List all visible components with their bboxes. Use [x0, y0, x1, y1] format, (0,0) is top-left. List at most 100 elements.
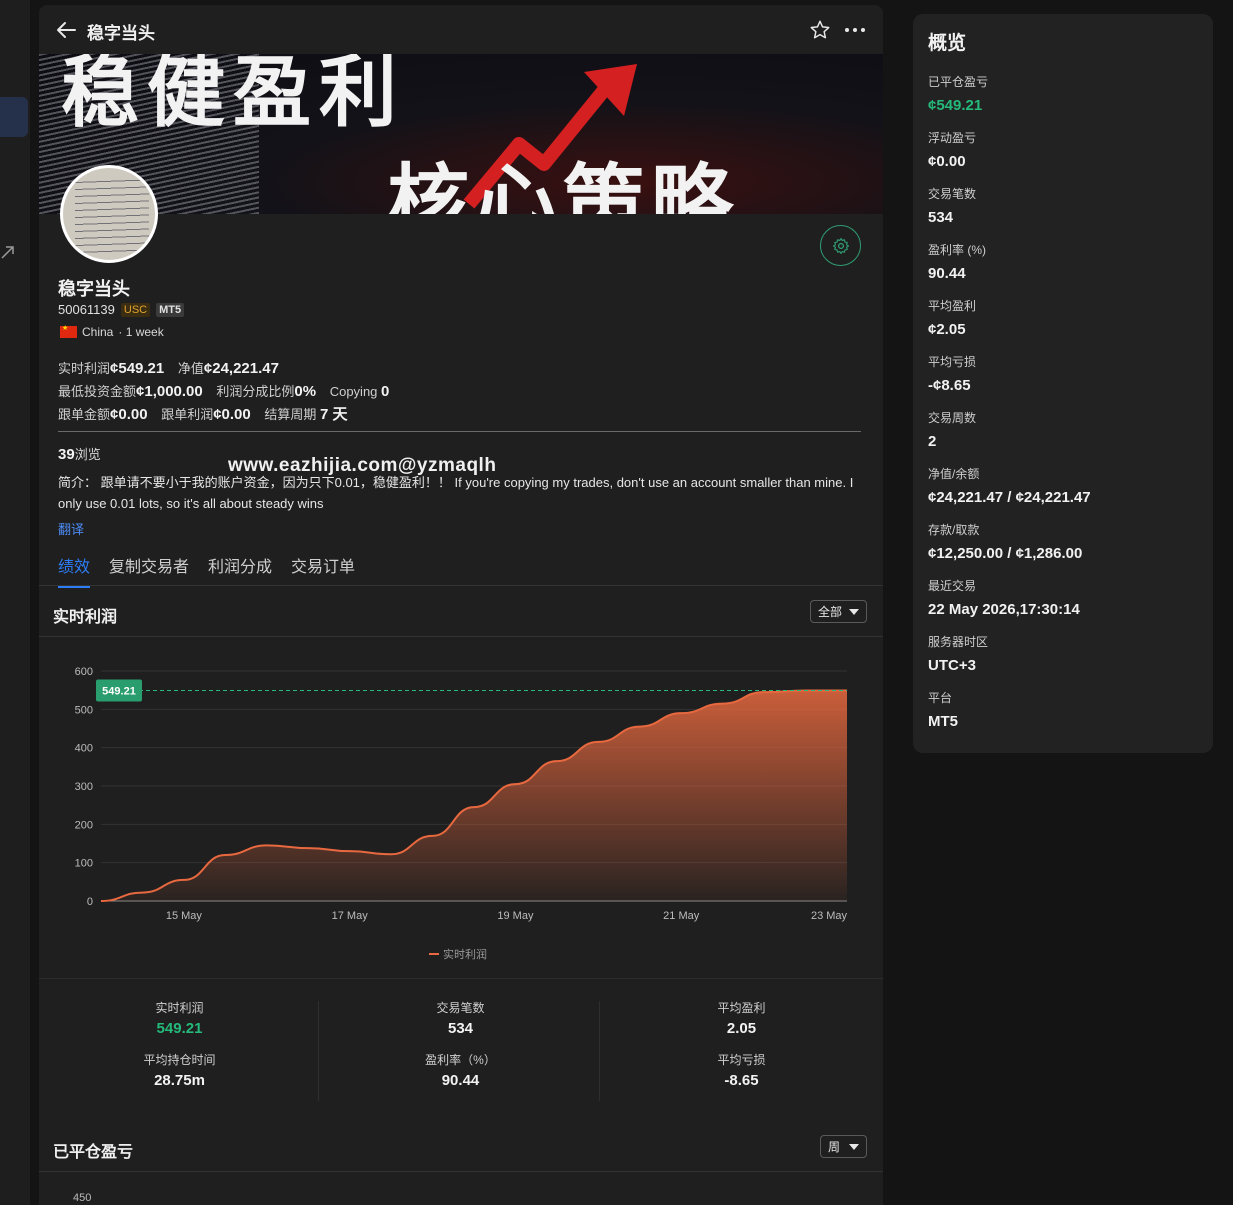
overview-item-value: ¢0.00	[928, 153, 966, 170]
overview-item-value: -¢8.65	[928, 377, 971, 394]
metrics-column-3: 平均盈利 2.05 平均亏损 -8.65	[601, 999, 882, 1103]
chart-y-tick-label: 500	[75, 704, 93, 716]
tab-performance[interactable]: 绩效	[58, 553, 91, 588]
overview-item-label: 平均盈利	[928, 299, 977, 313]
closed-pnl-axis-tick: 450	[73, 1192, 92, 1204]
overview-item: 盈利率 (%) 90.44	[928, 241, 1198, 297]
view-count-label: 浏览	[74, 447, 101, 462]
overview-item: 平台 MT5	[928, 689, 1198, 745]
metrics-grid: 实时利润 549.21 平均持仓时间 28.75m 交易笔数 534 盈利率（%…	[39, 978, 883, 1108]
chart-legend-label: 实时利润	[443, 947, 487, 961]
view-count-number: 39	[58, 446, 75, 463]
settle-value: 7 天	[320, 406, 348, 423]
copying-label: Copying	[329, 384, 378, 399]
metric-value: 90.44	[441, 1072, 480, 1089]
chart-y-tick-label: 0	[87, 896, 93, 908]
chart-x-tick-label: 23 May	[811, 910, 848, 922]
overview-item: 平均盈利 ¢2.05	[928, 297, 1198, 353]
trader-name: 稳字当头	[58, 279, 130, 299]
avatar	[60, 165, 158, 263]
chart-x-tick-label: 21 May	[663, 910, 700, 922]
section-divider	[39, 636, 883, 637]
tab-bar: 绩效 复制交易者 利润分成 交易订单	[58, 553, 355, 588]
realtime-profit-value: ¢549.21	[110, 360, 165, 377]
overview-item-value: 90.44	[928, 265, 966, 282]
overview-item: 交易周数 2	[928, 409, 1198, 465]
tab-orders[interactable]: 交易订单	[291, 553, 355, 587]
closed-pnl-period-value: 周	[828, 1140, 841, 1154]
equity-label: 净值	[177, 361, 204, 376]
metric-separator	[599, 1001, 600, 1101]
stats-line-1: 实时利润¢549.21 净值¢24,221.47	[58, 358, 289, 377]
chart-y-tick-label: 600	[75, 666, 93, 678]
closed-pnl-period-dropdown[interactable]: 周	[820, 1135, 867, 1158]
overview-title: 概览	[928, 33, 967, 54]
banner-subheadline: 核心策略	[387, 158, 740, 214]
more-options-icon[interactable]	[843, 19, 867, 41]
overview-item: 服务器时区 UTC+3	[928, 633, 1198, 689]
chart-y-tick-label: 200	[75, 819, 93, 831]
favorite-star-icon[interactable]	[809, 19, 831, 41]
settings-button[interactable]	[820, 225, 861, 266]
divider	[58, 431, 861, 432]
external-link-icon[interactable]	[0, 244, 16, 260]
overview-item-value: ¢12,250.00 / ¢1,286.00	[928, 545, 1083, 562]
tab-copy-traders[interactable]: 复制交易者	[109, 553, 189, 587]
metric-value: -8.65	[724, 1072, 759, 1089]
min-invest-label: 最低投资金额	[58, 384, 137, 399]
metric-separator	[318, 1001, 319, 1101]
metric-label: 盈利率（%）	[425, 1053, 496, 1067]
overview-item: 已平仓盈亏 ¢549.21	[928, 73, 1198, 129]
overview-item-label: 平均亏损	[928, 355, 977, 369]
metric-label: 平均亏损	[717, 1053, 766, 1067]
profit-section-title: 实时利润	[53, 609, 118, 626]
overview-item-value: 2	[928, 433, 937, 450]
overview-item-label: 平台	[928, 691, 953, 705]
share-ratio-label: 利润分成比例	[216, 384, 295, 399]
currency-badge: USC	[120, 302, 151, 317]
metrics-column-1: 实时利润 549.21 平均持仓时间 28.75m	[39, 999, 320, 1103]
follow-amount-label: 跟单金额	[58, 407, 111, 422]
stats-line-3: 跟单金额¢0.00 跟单利润¢0.00 结算周期 7 天	[58, 403, 358, 424]
stats-line-2: 最低投资金额¢1,000.00 利润分成比例0% Copying 0	[58, 381, 399, 400]
equity-value: ¢24,221.47	[203, 360, 279, 377]
tab-profit-share[interactable]: 利润分成	[208, 553, 272, 587]
overview-item-value: 22 May 2026,17:30:14	[928, 601, 1080, 618]
chart-y-tick-label: 100	[75, 858, 93, 870]
overview-item-label: 净值/余额	[928, 467, 980, 481]
overview-item-label: 最近交易	[928, 579, 977, 593]
location-row: China · 1 week	[60, 324, 164, 339]
overview-item-label: 服务器时区	[928, 635, 989, 649]
sidebar-active-item[interactable]	[0, 97, 28, 137]
profit-range-dropdown[interactable]: 全部	[810, 600, 867, 623]
copying-value: 0	[381, 383, 390, 400]
translate-link[interactable]: 翻译	[58, 519, 84, 538]
metric-value: 549.21	[156, 1020, 203, 1037]
page-title: 稳字当头	[87, 24, 155, 43]
chart-current-value-label: 549.21	[102, 685, 136, 697]
country-label: China	[82, 325, 114, 339]
account-id: 50061139	[58, 302, 115, 317]
overview-item: 浮动盈亏 ¢0.00	[928, 129, 1198, 185]
overview-list: 已平仓盈亏 ¢549.21 浮动盈亏 ¢0.00 交易笔数 534 盈利率 (%) 90.44…	[928, 73, 1198, 745]
chevron-down-icon	[849, 1143, 859, 1150]
min-invest-value: ¢1,000.00	[136, 383, 203, 400]
intro-text: 简介： 跟单请不要小于我的账户资金，因为只下0.01，稳健盈利！！ If you…	[58, 475, 854, 511]
back-arrow-icon[interactable]	[55, 19, 77, 41]
overview-item-label: 交易周数	[928, 411, 977, 425]
banner-headline: 稳健盈利	[61, 54, 406, 136]
metric-label: 实时利润	[155, 1001, 204, 1015]
chart-y-tick-label: 300	[75, 781, 93, 793]
china-flag-icon	[60, 324, 77, 338]
view-count: 39浏览	[58, 444, 101, 463]
closed-pnl-section-title: 已平仓盈亏	[53, 1144, 134, 1161]
overview-item: 最近交易 22 May 2026,17:30:14	[928, 577, 1198, 633]
overview-item: 交易笔数 534	[928, 185, 1198, 241]
realtime-profit-label: 实时利润	[58, 361, 111, 376]
overview-item: 平均亏损 -¢8.65	[928, 353, 1198, 409]
chart-x-tick-label: 19 May	[497, 910, 534, 922]
left-sidebar-strip	[0, 0, 30, 1205]
overview-item: 存款/取款 ¢12,250.00 / ¢1,286.00	[928, 521, 1198, 577]
overview-item: 净值/余额 ¢24,221.47 / ¢24,221.47	[928, 465, 1198, 521]
settle-label: 结算周期	[264, 407, 317, 422]
